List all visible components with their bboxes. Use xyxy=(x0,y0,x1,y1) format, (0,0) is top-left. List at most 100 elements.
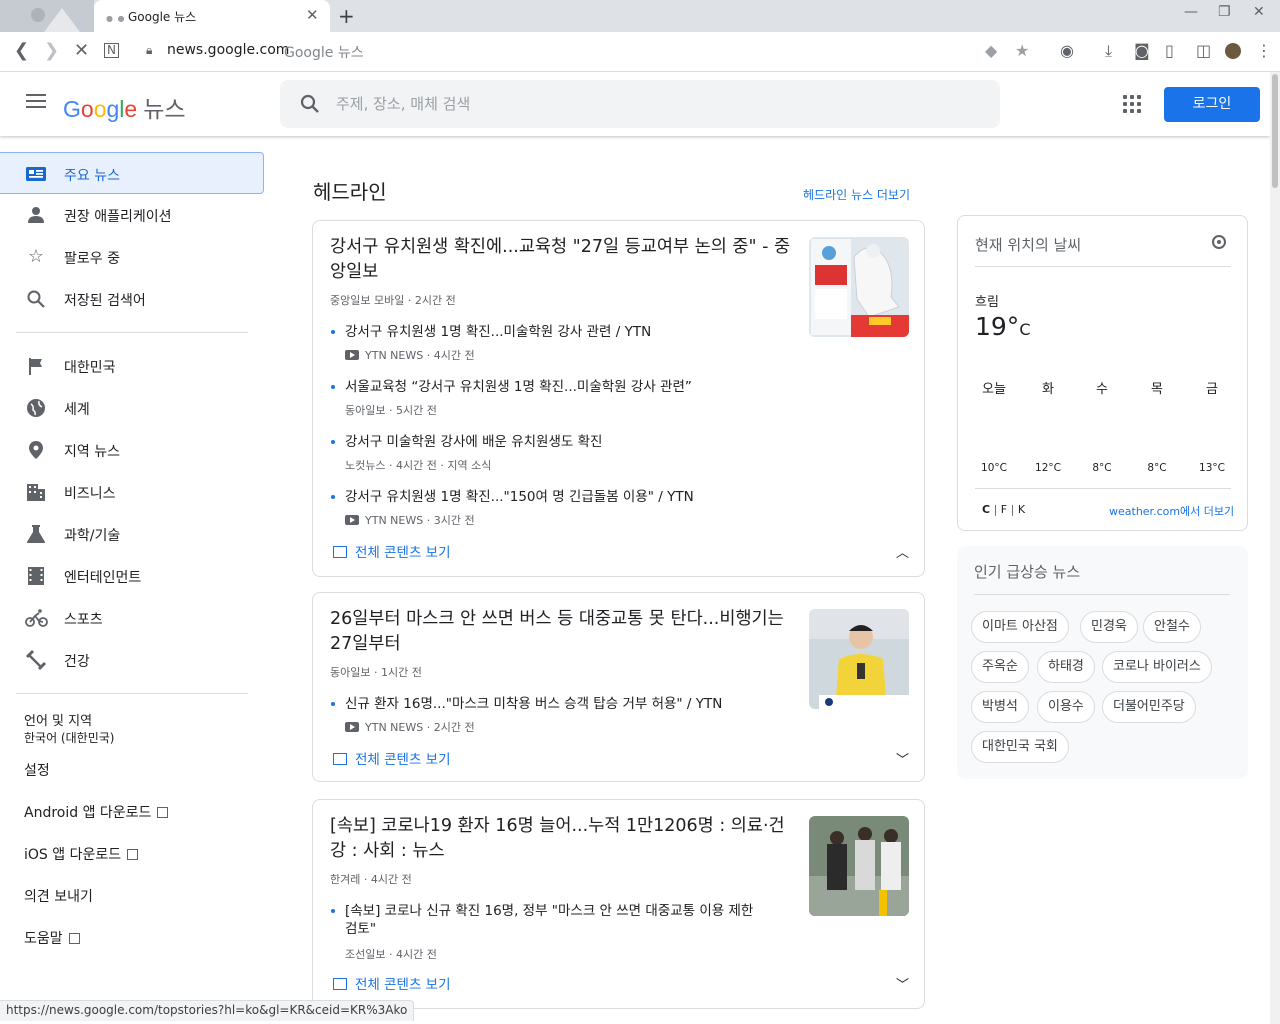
download-icon[interactable]: ⤓ xyxy=(1105,41,1112,61)
feedback-link[interactable]: 의견 보내기 xyxy=(24,886,93,906)
full-coverage-link[interactable]: 전체 콘텐츠 보기 xyxy=(333,973,451,993)
forecast-day: 금 xyxy=(1206,382,1218,397)
sidebar-item-health[interactable]: 건강 xyxy=(0,639,264,681)
lock-icon[interactable]: 🔒︎ xyxy=(146,43,152,58)
window-close-icon[interactable]: ✕ xyxy=(1253,4,1265,20)
language-region-title[interactable]: 언어 및 지역 xyxy=(24,710,92,729)
trending-chip[interactable]: 안철수 xyxy=(1143,611,1201,643)
search-icon[interactable] xyxy=(300,94,320,114)
sidebar-toggle-icon[interactable]: ▯ xyxy=(1165,41,1174,60)
browser-tab[interactable]: ● ● Google 뉴스 ✕ xyxy=(94,0,330,32)
related-story-title[interactable]: 강서구 유치원생 1명 확진..."150여 명 긴급돌봄 이용" / YTN xyxy=(345,488,765,506)
sidebar-item-science-tech[interactable]: 과학/기술 xyxy=(0,513,264,555)
google-news-logo[interactable]: Google 뉴스 xyxy=(63,90,186,124)
back-icon[interactable]: ❮ xyxy=(14,40,29,61)
login-button[interactable]: 로그인 xyxy=(1164,87,1260,122)
sidebar-item-for-you[interactable]: 권장 애플리케이션 xyxy=(0,194,264,236)
more-headlines-link[interactable]: 헤드라인 뉴스 더보기 xyxy=(803,186,910,203)
story-source[interactable]: 중앙일보 모바일 xyxy=(330,294,404,307)
restore-icon[interactable]: ❐ xyxy=(1218,4,1231,20)
related-story-source[interactable]: 조선일보 xyxy=(345,948,385,961)
tab-strip-decoration xyxy=(0,0,94,32)
related-story-tag[interactable]: 지역 소식 xyxy=(447,459,491,472)
related-story-source[interactable]: 노컷뉴스 xyxy=(345,459,385,472)
trending-chip[interactable]: 대한민국 국회 xyxy=(971,731,1069,763)
sidebar-item-entertainment[interactable]: 엔터테인먼트 xyxy=(0,555,264,597)
settings-link[interactable]: 설정 xyxy=(24,760,50,780)
trending-chip[interactable]: 더불어민주당 xyxy=(1102,691,1196,723)
sidebar-item-business[interactable]: 비즈니스 xyxy=(0,471,264,513)
search-box[interactable] xyxy=(280,80,1000,128)
sidebar-item-following[interactable]: ☆ 팔로우 중 xyxy=(0,236,264,278)
full-coverage-link[interactable]: 전체 콘텐츠 보기 xyxy=(333,748,451,768)
story-thumbnail[interactable] xyxy=(809,816,909,916)
story-headline[interactable]: 강서구 유치원생 확진에...교육청 "27일 등교여부 논의 중" - 중앙일… xyxy=(330,235,800,285)
new-tab-icon[interactable]: + xyxy=(338,4,355,28)
shield-icon[interactable]: ◆ xyxy=(985,41,997,60)
trending-chip[interactable]: 이마트 아산점 xyxy=(971,611,1069,643)
related-story-title[interactable]: 서울교육청 “강서구 유치원생 1명 확진...미술학원 강사 관련” xyxy=(345,378,765,396)
related-story-time: 3시간 전 xyxy=(433,514,475,527)
unit-fahrenheit[interactable]: F xyxy=(1001,503,1007,516)
mouse-icon[interactable]: ◉ xyxy=(1060,41,1074,60)
related-story-meta: YTN NEWS · 4시간 전 xyxy=(345,347,475,363)
camera-icon[interactable]: ◙ xyxy=(1134,41,1150,60)
my-location-icon[interactable] xyxy=(1212,235,1226,249)
help-link[interactable]: 도움말 xyxy=(24,928,80,948)
trending-chip[interactable]: 코로나 바이러스 xyxy=(1102,651,1212,683)
story-thumbnail[interactable] xyxy=(809,237,909,337)
full-coverage-link[interactable]: 전체 콘텐츠 보기 xyxy=(333,541,451,561)
scrollbar-thumb[interactable] xyxy=(1272,74,1278,188)
hamburger-menu-icon[interactable] xyxy=(26,94,46,110)
story-headline[interactable]: [속보] 코로나19 환자 16명 늘어...누적 1만1206명 : 의료·건… xyxy=(330,814,800,864)
reader-icon[interactable]: N xyxy=(104,43,119,58)
sidebar-item-saved-searches[interactable]: 저장된 검색어 xyxy=(0,278,264,320)
ios-app-link[interactable]: iOS 앱 다운로드 xyxy=(24,844,139,864)
related-story-source[interactable]: 동아일보 xyxy=(345,404,385,417)
unit-celsius[interactable]: C xyxy=(982,503,990,516)
related-story-source[interactable]: YTN NEWS xyxy=(365,514,423,527)
story-thumbnail[interactable] xyxy=(809,609,909,709)
related-story-title[interactable]: 강서구 미술학원 강사에 배운 유치원생도 확진 xyxy=(345,433,765,451)
related-story-title[interactable]: 강서구 유치원생 1명 확진...미술학원 강사 관련 / YTN xyxy=(345,323,765,341)
sidebar-item-local[interactable]: 지역 뉴스 xyxy=(0,429,264,471)
sidebar-item-korea[interactable]: 대한민국 xyxy=(0,345,264,387)
unit-kelvin[interactable]: K xyxy=(1018,503,1025,516)
more-menu-icon[interactable]: ⋮ xyxy=(1256,41,1272,60)
scrollbar-track[interactable] xyxy=(1270,72,1280,1024)
search-input[interactable] xyxy=(336,88,976,120)
related-story-title[interactable]: 신규 환자 16명..."마스크 미착용 버스 승객 탑승 거부 허용" / Y… xyxy=(345,695,765,713)
related-story-source[interactable]: YTN NEWS xyxy=(365,349,423,362)
stop-icon[interactable]: ✕ xyxy=(74,40,89,61)
minimize-icon[interactable]: — xyxy=(1184,4,1198,20)
story-headline[interactable]: 26일부터 마스크 안 쓰면 버스 등 대중교통 못 탄다...비행기는 27일… xyxy=(330,607,800,657)
profile-avatar[interactable] xyxy=(1225,43,1241,59)
chevron-up-icon[interactable]: ︿ xyxy=(896,542,909,561)
trending-chip[interactable]: 이용수 xyxy=(1037,691,1095,723)
sidebar-item-sports[interactable]: 스포츠 xyxy=(0,597,264,639)
story-source[interactable]: 동아일보 xyxy=(330,666,370,679)
trending-chip[interactable]: 주옥순 xyxy=(971,651,1029,683)
split-view-icon[interactable]: ◫ xyxy=(1196,41,1211,60)
url-page-title[interactable]: Google 뉴스 xyxy=(284,42,364,62)
trending-chip[interactable]: 박병석 xyxy=(971,691,1029,723)
language-region-value[interactable]: 한국어 (대한민국) xyxy=(24,729,114,746)
related-story-source[interactable]: YTN NEWS xyxy=(365,721,423,734)
chevron-down-icon[interactable]: ﹀ xyxy=(896,749,909,768)
url-host[interactable]: news.google.com xyxy=(167,42,289,58)
tab-close-icon[interactable]: ✕ xyxy=(306,6,319,24)
sidebar-item-top-stories[interactable]: 주요 뉴스 xyxy=(0,152,264,194)
sidebar-item-world[interactable]: 세계 xyxy=(0,387,264,429)
story-card: 26일부터 마스크 안 쓰면 버스 등 대중교통 못 탄다...비행기는 27일… xyxy=(312,592,925,782)
android-app-link[interactable]: Android 앱 다운로드 xyxy=(24,802,169,822)
weather-more-link[interactable]: weather.com에서 더보기 xyxy=(1109,503,1234,519)
forward-icon[interactable]: ❯ xyxy=(44,40,59,61)
trending-chip[interactable]: 하태경 xyxy=(1037,651,1095,683)
related-story-title[interactable]: [속보] 코로나 신규 확진 16명, 정부 "마스크 안 쓰면 대중교통 이용… xyxy=(345,902,765,938)
chevron-down-icon[interactable]: ﹀ xyxy=(896,974,909,993)
story-source[interactable]: 한겨레 xyxy=(330,873,360,886)
sidebar-item-label: 팔로우 중 xyxy=(64,251,120,267)
google-apps-icon[interactable] xyxy=(1123,95,1141,113)
bookmark-star-icon[interactable]: ★ xyxy=(1015,41,1029,60)
trending-chip[interactable]: 민경욱 xyxy=(1080,611,1138,643)
